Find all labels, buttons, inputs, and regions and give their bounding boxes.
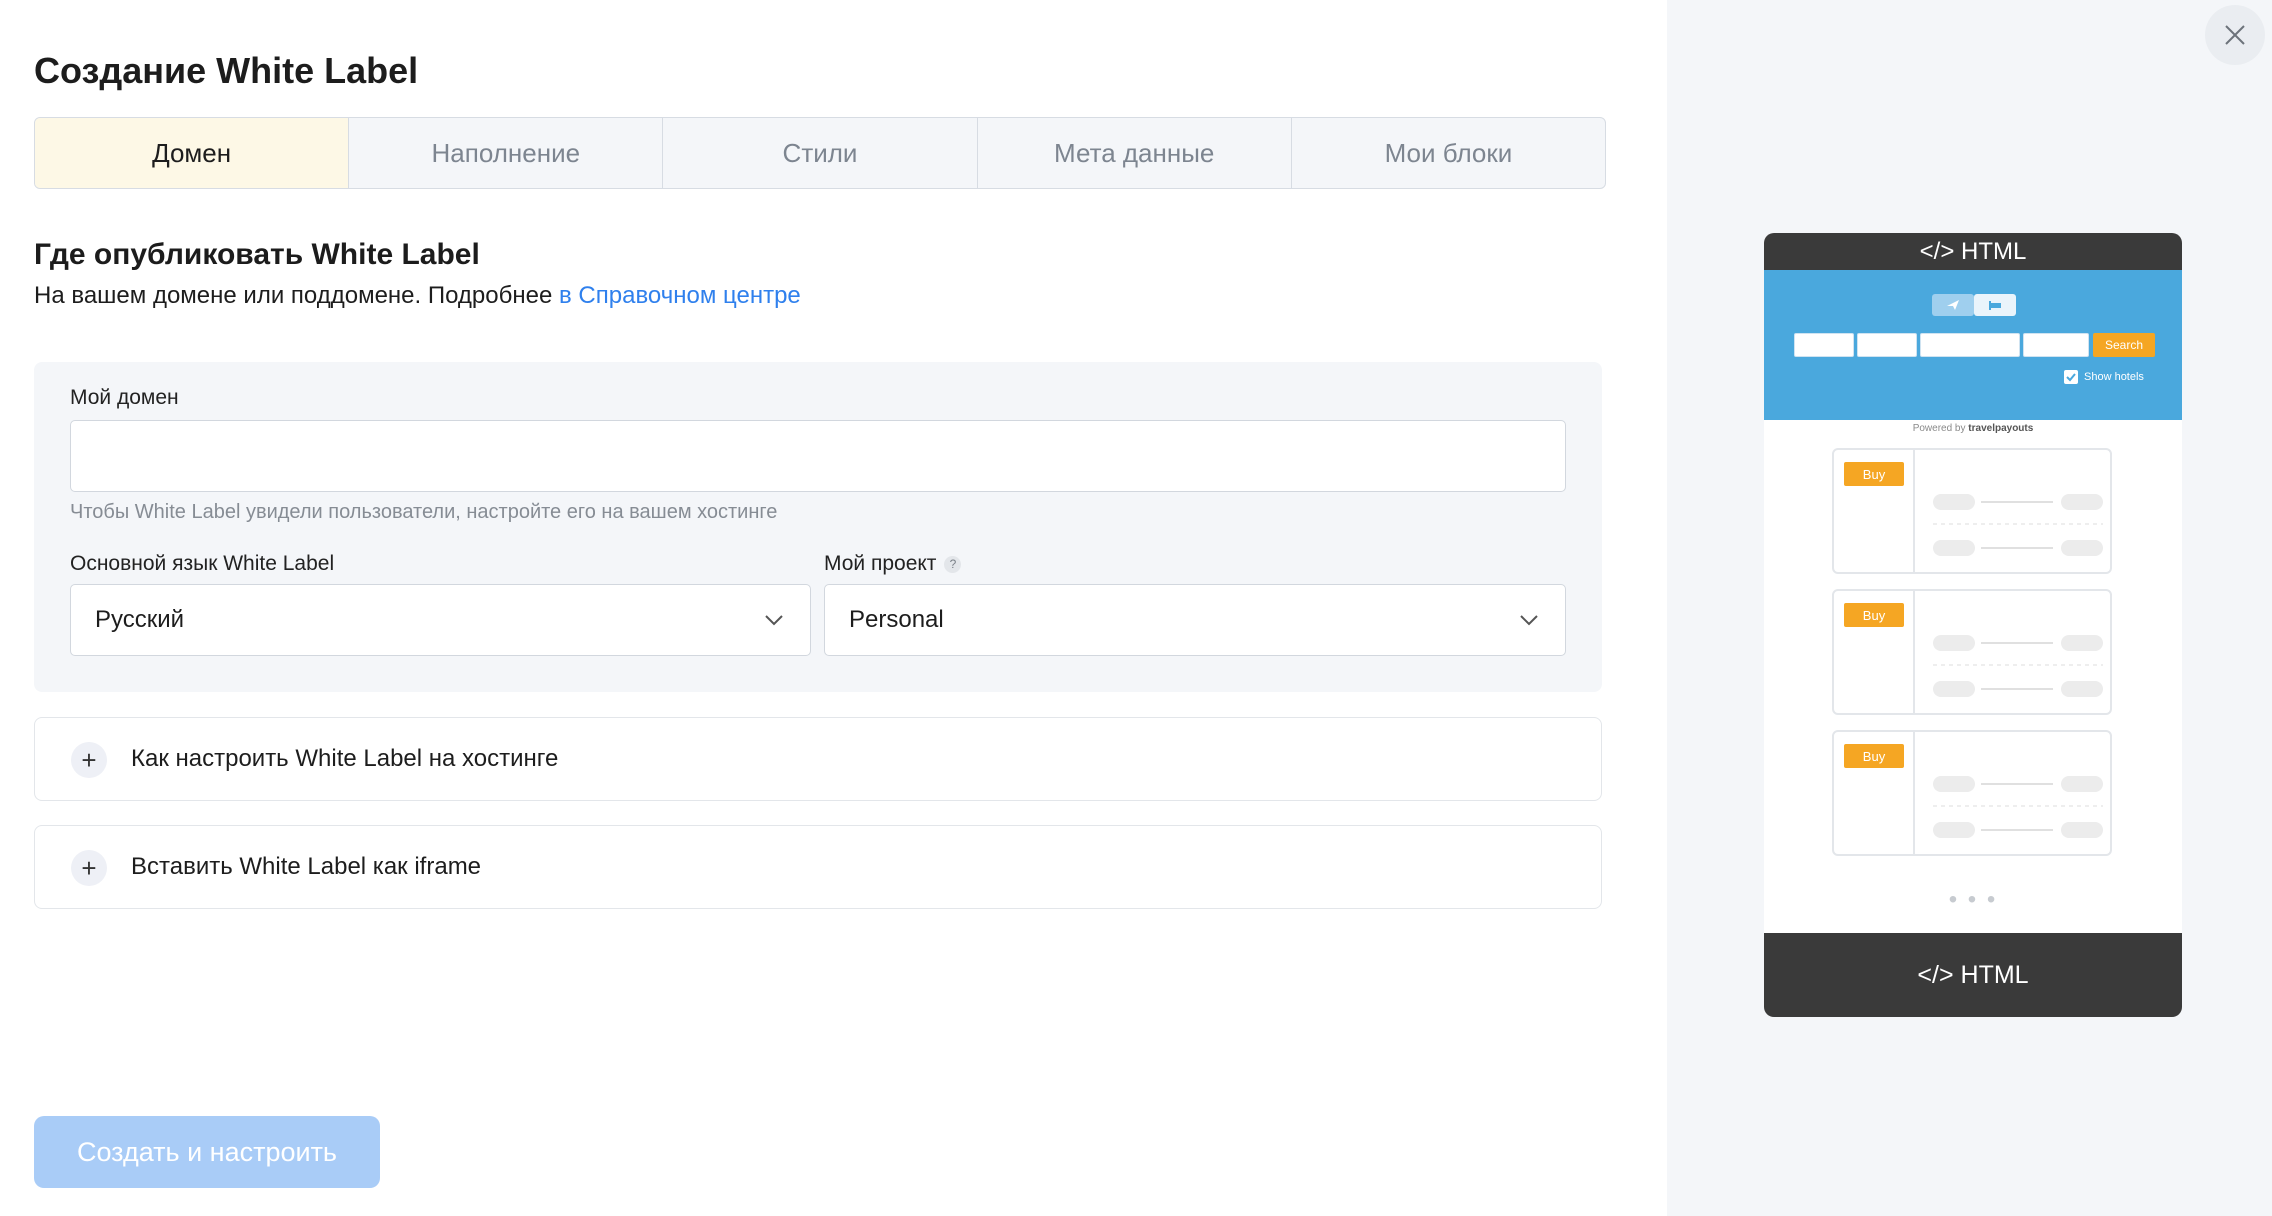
section-title: Где опубликовать White Label [34, 238, 480, 271]
preview-select-field [2023, 333, 2089, 357]
preview-field [1794, 333, 1854, 357]
buy-button: Buy [1844, 603, 1904, 627]
page-title: Создание White Label [34, 50, 419, 91]
preview-field [1857, 333, 1917, 357]
plus-icon: + [71, 742, 107, 778]
domain-input[interactable] [70, 420, 1566, 492]
bed-icon [1974, 294, 2016, 316]
show-hotels-label: Show hotels [2084, 371, 2144, 383]
project-label-wrap: Мой проект? [824, 552, 962, 576]
help-icon[interactable]: ? [944, 555, 962, 573]
language-label: Основной язык White Label [70, 552, 335, 575]
domain-hint: Чтобы White Label увидели пользователи, … [70, 501, 778, 523]
plus-icon: + [71, 850, 107, 886]
whitelabel-preview: </> HTML Search Show hotels Powered by t… [1764, 233, 2182, 1017]
section-subtitle-text: На вашем домене или поддомене. Подробнее [34, 282, 553, 309]
more-dots: • • • [1948, 886, 1998, 913]
preview-search-button: Search [2093, 333, 2155, 357]
checkbox-icon [2064, 370, 2078, 384]
create-button[interactable]: Создать и настроить [34, 1116, 380, 1188]
help-center-link[interactable]: в Справочном центре [559, 282, 801, 309]
ticket-card: Buy [1832, 589, 2112, 715]
close-icon [2225, 25, 2245, 45]
accordion-label: Как настроить White Label на хостинге [131, 745, 559, 772]
domain-label: Мой домен [70, 386, 179, 409]
language-select[interactable]: Русский [70, 584, 811, 656]
powered-by: Powered by travelpayouts [1764, 423, 2182, 434]
preview-header: </> HTML [1764, 233, 2182, 270]
domain-form: Мой домен Чтобы White Label увидели поль… [34, 362, 1602, 692]
close-button[interactable] [2205, 5, 2265, 65]
buy-button: Buy [1844, 744, 1904, 768]
plane-icon [1932, 294, 1974, 316]
section-subtitle: На вашем домене или поддомене. Подробнее… [34, 282, 801, 310]
language-value: Русский [95, 606, 185, 633]
powered-by-text: Powered by [1912, 423, 1966, 434]
preview-footer: </> HTML [1764, 933, 2182, 1017]
chevron-down-icon [1520, 615, 1538, 626]
accordion-label: Вставить White Label как iframe [131, 853, 482, 880]
tab-domain[interactable]: Домен [35, 118, 349, 188]
project-label: Мой проект [824, 552, 937, 575]
tab-my-blocks[interactable]: Мои блоки [1290, 118, 1605, 188]
project-select[interactable]: Personal [824, 584, 1566, 656]
chevron-down-icon [765, 615, 783, 626]
tab-styles[interactable]: Стили [662, 118, 976, 188]
ticket-card: Buy [1832, 730, 2112, 856]
tab-meta[interactable]: Мета данные [976, 118, 1291, 188]
accordion-iframe[interactable]: + Вставить White Label как iframe [34, 825, 1602, 909]
ticket-card: Buy [1832, 448, 2112, 574]
main-panel: Создание White Label Домен Наполнение Ст… [0, 0, 1667, 1216]
preview-date-field [1920, 333, 2020, 357]
tab-content[interactable]: Наполнение [348, 118, 662, 188]
accordion-hosting-setup[interactable]: + Как настроить White Label на хостинге [34, 717, 1602, 801]
tab-bar: Домен Наполнение Стили Мета данные Мои б… [34, 117, 1606, 189]
project-value: Personal [849, 606, 944, 633]
preview-show-hotels: Show hotels [2064, 370, 2144, 384]
powered-brand: travelpayouts [1968, 423, 2034, 434]
buy-button: Buy [1844, 462, 1904, 486]
